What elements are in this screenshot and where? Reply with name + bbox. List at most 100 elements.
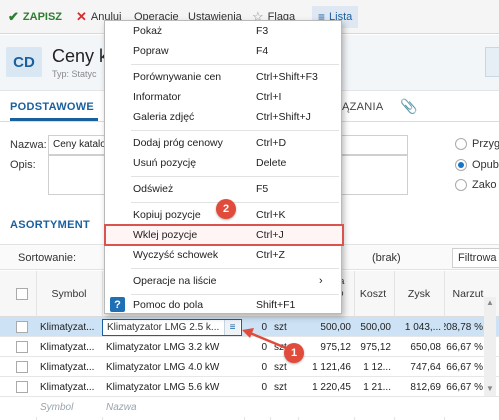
tab-relations[interactable]: ĄZANIA xyxy=(342,101,384,113)
cell-symbol: Klimatyzat... xyxy=(40,361,95,373)
menu-item-label: Popraw xyxy=(133,45,169,57)
menu-item-informator[interactable]: Informator Ctrl+I xyxy=(105,87,343,107)
name-field-value: Ceny katalo xyxy=(53,139,106,150)
tab-basic[interactable]: PODSTAWOWE xyxy=(10,101,94,113)
new-row-symbol[interactable]: Symbol xyxy=(37,397,101,417)
document-type-badge: CD xyxy=(6,47,42,77)
menu-item-show[interactable]: Pokaż F3 xyxy=(105,21,343,41)
menu-item-shortcut: Ctrl+Z xyxy=(256,249,285,261)
menu-item-label: Pomoc do pola xyxy=(133,299,204,311)
menu-item-shortcut: F3 xyxy=(256,25,269,37)
description-label: Opis: xyxy=(10,159,36,171)
status-radio-closed[interactable]: Zako xyxy=(455,179,496,191)
status-radio-draft[interactable]: Przyg xyxy=(455,138,499,150)
scroll-down-icon[interactable]: ▼ xyxy=(484,384,496,393)
cell-cost: 975,12 xyxy=(360,341,391,353)
menu-item-list-operations[interactable]: Operacje na liście › xyxy=(105,271,343,291)
table-row[interactable]: Klimatyzat... Klimatyzator LMG 4.0 kW 0 … xyxy=(0,357,499,377)
annotation-step-2: 2 xyxy=(216,199,236,219)
radio-draft[interactable] xyxy=(455,138,467,150)
cell-cost: 1 21... xyxy=(363,381,391,393)
select-all-checkbox[interactable] xyxy=(16,288,28,300)
menu-item-edit[interactable]: Popraw F4 xyxy=(105,41,343,61)
filter-button[interactable]: Filtrowa xyxy=(452,248,499,268)
menu-item-add-price-threshold[interactable]: Dodaj próg cenowy Ctrl+D xyxy=(105,133,343,153)
cell-cost: 500,00 xyxy=(360,321,391,333)
radio-published-label: Opub xyxy=(472,159,499,171)
menu-item-label: Usuń pozycję xyxy=(133,157,197,169)
close-icon: ✕ xyxy=(76,9,87,24)
menu-separator xyxy=(131,130,339,131)
cell-symbol: Klimatyzat... xyxy=(40,321,95,333)
menu-item-refresh[interactable]: Odśwież F5 xyxy=(105,179,343,199)
menu-item-label: Pokaż xyxy=(133,25,163,37)
menu-separator xyxy=(131,64,339,65)
cell-price: 1 220,45 xyxy=(312,381,351,393)
cell-cost: 1 12... xyxy=(363,361,391,373)
radio-published[interactable] xyxy=(455,159,467,171)
menu-item-compare-prices[interactable]: Porównywanie cen Ctrl+Shift+F3 xyxy=(105,67,343,87)
sort-label: Sortowanie: xyxy=(18,252,77,264)
paperclip-icon[interactable]: 📎 xyxy=(400,98,417,115)
cell-markup: 66,67 % xyxy=(446,361,483,373)
sort-value[interactable]: (brak) xyxy=(372,252,401,264)
cell-symbol: Klimatyzat... xyxy=(40,341,95,353)
table-row[interactable]: Klimatyzat... Klimatyzator LMG 2.5 k... … xyxy=(0,317,499,337)
name-edit-field[interactable]: Klimatyzator LMG 2.5 k... xyxy=(102,319,242,336)
menu-item-shortcut: Ctrl+J xyxy=(256,229,284,241)
cell-price: 1 121,46 xyxy=(312,361,351,373)
menu-item-shortcut: F4 xyxy=(256,45,269,57)
cell-markup: 66,67 % xyxy=(446,381,483,393)
help-icon: ? xyxy=(110,297,125,312)
save-label: ZAPISZ xyxy=(22,11,63,23)
cell-profit: 1 043,... xyxy=(404,321,441,333)
table-row[interactable]: Klimatyzat... Klimatyzator LMG 3.2 kW 0 … xyxy=(0,337,499,357)
menu-item-label: Operacje na liście xyxy=(133,275,217,287)
menu-item-shortcut: Ctrl+D xyxy=(256,137,287,149)
new-row-name[interactable]: Nazwa xyxy=(103,397,243,417)
row-checkbox[interactable] xyxy=(16,361,28,373)
menu-item-delete-item[interactable]: Usuń pozycję Delete xyxy=(105,153,343,173)
column-cost[interactable]: Koszt xyxy=(354,271,392,317)
list-picker-icon[interactable]: ≡ xyxy=(224,320,240,335)
cell-name: Klimatyzator LMG 4.0 kW xyxy=(106,361,220,373)
scroll-up-icon[interactable]: ▲ xyxy=(484,298,496,307)
menu-item-field-help[interactable]: ? Pomoc do pola Shift+F1 xyxy=(105,295,343,315)
menu-item-photo-gallery[interactable]: Galeria zdjęć Ctrl+Shift+J xyxy=(105,107,343,127)
row-checkbox[interactable] xyxy=(16,341,28,353)
menu-item-label: Wklej pozycje xyxy=(133,229,198,241)
cell-quantity: 0 xyxy=(261,321,267,333)
menu-item-clear-clipboard[interactable]: Wyczyść schowek Ctrl+Z xyxy=(105,245,343,265)
cell-unit: szt xyxy=(274,321,287,333)
menu-item-shortcut: Ctrl+K xyxy=(256,209,286,221)
grid-scrollbar[interactable] xyxy=(484,297,496,396)
cell-quantity: 0 xyxy=(261,341,267,353)
menu-item-shortcut: Ctrl+Shift+J xyxy=(256,111,311,123)
radio-closed[interactable] xyxy=(455,179,467,191)
row-checkbox[interactable] xyxy=(16,381,28,393)
menu-item-label: Wyczyść schowek xyxy=(133,249,219,261)
column-profit[interactable]: Zysk xyxy=(394,271,444,317)
row-checkbox[interactable] xyxy=(16,321,28,333)
name-label: Nazwa: xyxy=(10,139,47,151)
filter-label: Filtrowa xyxy=(458,252,497,264)
save-button[interactable]: ✔ ZAPISZ xyxy=(8,9,62,25)
name-edit-value: Klimatyzator LMG 2.5 k... xyxy=(107,322,220,333)
cell-profit: 650,08 xyxy=(410,341,441,353)
menu-item-shortcut: Delete xyxy=(256,157,287,169)
new-row[interactable]: Symbol Nazwa xyxy=(0,397,499,417)
column-symbol[interactable]: Symbol xyxy=(36,271,102,317)
cell-quantity: 0 xyxy=(261,361,267,373)
menu-separator xyxy=(131,268,339,269)
menu-item-paste-items[interactable]: Wklej pozycje Ctrl+J xyxy=(104,224,344,246)
cell-profit: 812,69 xyxy=(410,381,441,393)
table-row[interactable]: Klimatyzat... Klimatyzator LMG 5.6 kW 0 … xyxy=(0,377,499,397)
menu-item-shortcut: Ctrl+I xyxy=(256,91,282,103)
status-radio-published[interactable]: Opub xyxy=(455,159,499,171)
page-subtitle: Typ: Statyc xyxy=(52,69,97,79)
menu-item-label: Galeria zdjęć xyxy=(133,111,195,123)
cell-markup: 208,78 % xyxy=(444,321,483,333)
radio-draft-label: Przyg xyxy=(472,138,499,150)
header-side-button[interactable] xyxy=(485,47,499,77)
cell-price: 500,00 xyxy=(320,321,351,333)
